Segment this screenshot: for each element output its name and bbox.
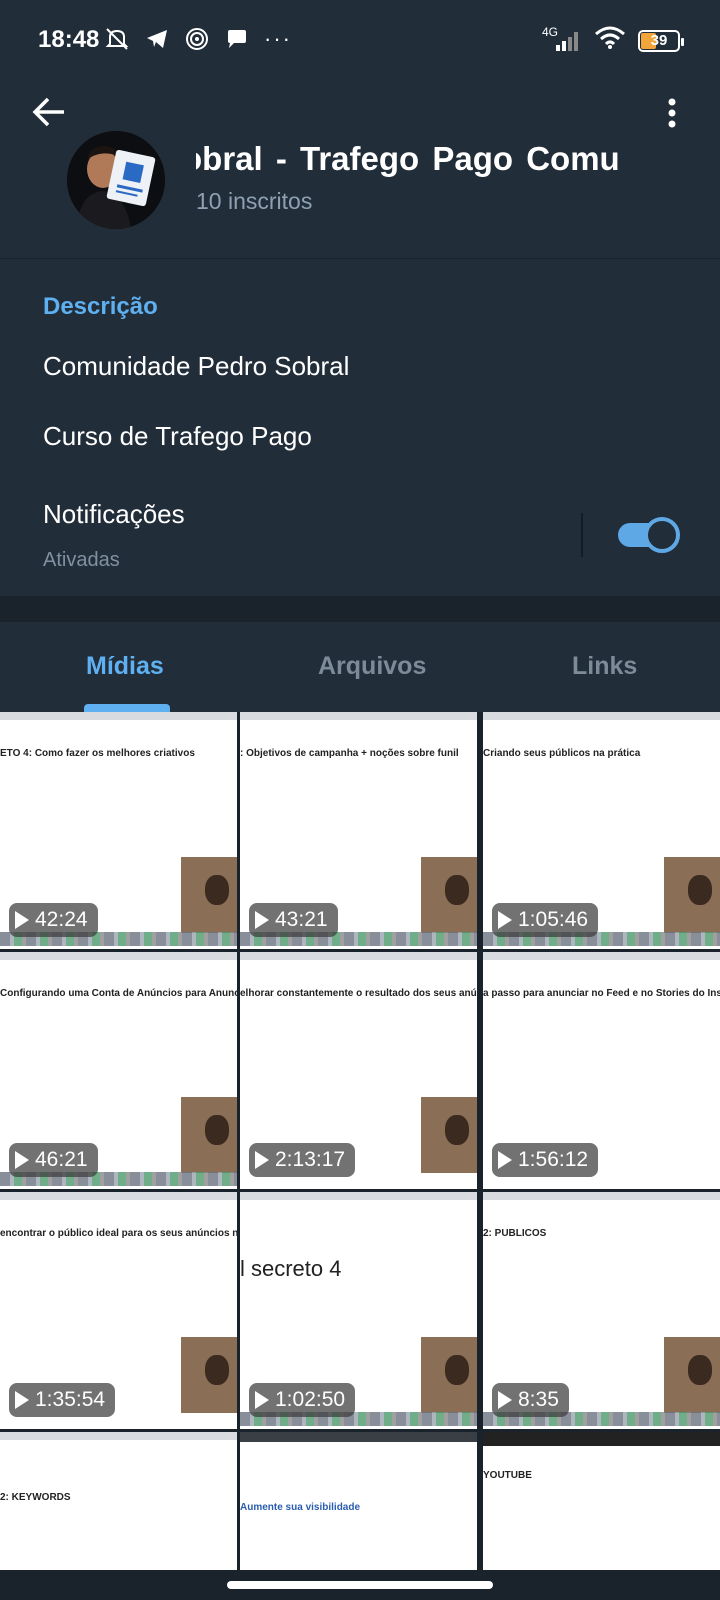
duration-badge: 46:21	[9, 1143, 98, 1177]
media-item[interactable]: ETO 4: Como fazer os melhores criativos …	[0, 712, 237, 949]
duration-badge: 8:35	[492, 1383, 569, 1417]
media-item[interactable]: YOUTUBE	[483, 1432, 720, 1570]
media-item[interactable]: Criando seus públicos na prática 1:05:46	[483, 712, 720, 949]
notifications-status: Ativadas	[43, 549, 120, 571]
play-icon	[15, 1391, 29, 1409]
play-icon	[498, 911, 512, 929]
more-vert-icon	[668, 98, 676, 128]
channel-info: Descrição Comunidade Pedro Sobral Curso …	[0, 258, 720, 596]
description-line-2[interactable]: Curso de Trafego Pago	[43, 421, 312, 452]
telegram-icon	[144, 26, 170, 52]
duration-badge: 43:21	[249, 903, 338, 937]
status-time: 18:48	[38, 26, 100, 53]
play-icon	[255, 911, 269, 929]
channel-avatar[interactable]	[67, 131, 165, 229]
channel-title: obral - Trafego Pago Comu	[196, 140, 620, 177]
media-item[interactable]: l secreto 4 1:02:50	[240, 1192, 477, 1429]
avatar-photo	[67, 131, 165, 229]
media-item[interactable]: elhorar constantemente o resultado dos s…	[240, 952, 477, 1189]
tab-media[interactable]: Mídias	[86, 652, 164, 681]
signal-icon: 4G	[542, 25, 582, 53]
more-options-button[interactable]	[660, 94, 684, 134]
battery-level: 39	[650, 32, 668, 49]
play-icon	[15, 911, 29, 929]
nfc-icon	[184, 26, 210, 52]
media-item[interactable]: Aumente sua visibilidade	[240, 1432, 477, 1570]
divider	[581, 513, 583, 557]
duration-badge: 1:05:46	[492, 903, 599, 937]
duration-badge: 1:35:54	[9, 1383, 116, 1417]
media-grid: ETO 4: Como fazer os melhores criativos …	[0, 712, 720, 1570]
play-icon	[255, 1151, 269, 1169]
channel-title-container[interactable]: obral - Trafego Pago Comu	[196, 140, 640, 190]
arrow-left-icon	[32, 97, 64, 127]
subscriber-count: 10 inscritos	[196, 188, 313, 214]
media-item[interactable]: a passo para anunciar no Feed e no Stori…	[483, 952, 720, 1189]
duration-badge: 2:13:17	[249, 1143, 356, 1177]
media-item[interactable]: 2: PUBLICOS 8:35	[483, 1192, 720, 1429]
play-icon	[15, 1151, 29, 1169]
system-nav-bar	[0, 1570, 720, 1600]
tab-files[interactable]: Arquivos	[318, 652, 426, 681]
channel-header: 18:48 ··· 4G 39 obral - Trafego Pago Com…	[0, 0, 720, 258]
media-item[interactable]: 2: KEYWORDS	[0, 1432, 237, 1570]
status-bar: 18:48 ··· 4G 39	[0, 0, 720, 80]
notifications-label[interactable]: Notificações	[43, 499, 185, 530]
home-gesture-handle[interactable]	[227, 1581, 493, 1589]
battery-icon: 39	[638, 29, 684, 52]
duration-badge: 1:56:12	[492, 1143, 599, 1177]
media-tabs: Mídias Arquivos Links	[0, 622, 720, 712]
description-label: Descrição	[43, 293, 158, 320]
mute-bell-icon	[104, 26, 130, 52]
duration-badge: 42:24	[9, 903, 98, 937]
play-icon	[498, 1151, 512, 1169]
wifi-icon	[594, 26, 626, 55]
active-tab-indicator	[84, 704, 170, 712]
duration-badge: 1:02:50	[249, 1383, 356, 1417]
media-item[interactable]: Configurando uma Conta de Anúncios para …	[0, 952, 237, 1189]
more-notifications-icon: ···	[264, 26, 292, 51]
notifications-toggle[interactable]	[618, 517, 680, 553]
status-icons-left: ···	[104, 26, 292, 52]
play-icon	[255, 1391, 269, 1409]
play-icon	[498, 1391, 512, 1409]
media-item[interactable]: encontrar o público ideal para os seus a…	[0, 1192, 237, 1429]
media-item[interactable]: : Objetivos de campanha + noções sobre f…	[240, 712, 477, 949]
description-line-1[interactable]: Comunidade Pedro Sobral	[43, 351, 349, 382]
chat-bubble-icon	[224, 26, 250, 52]
status-icons-right: 4G 39	[542, 25, 684, 55]
back-button[interactable]	[30, 92, 70, 132]
tab-links[interactable]: Links	[572, 652, 637, 681]
